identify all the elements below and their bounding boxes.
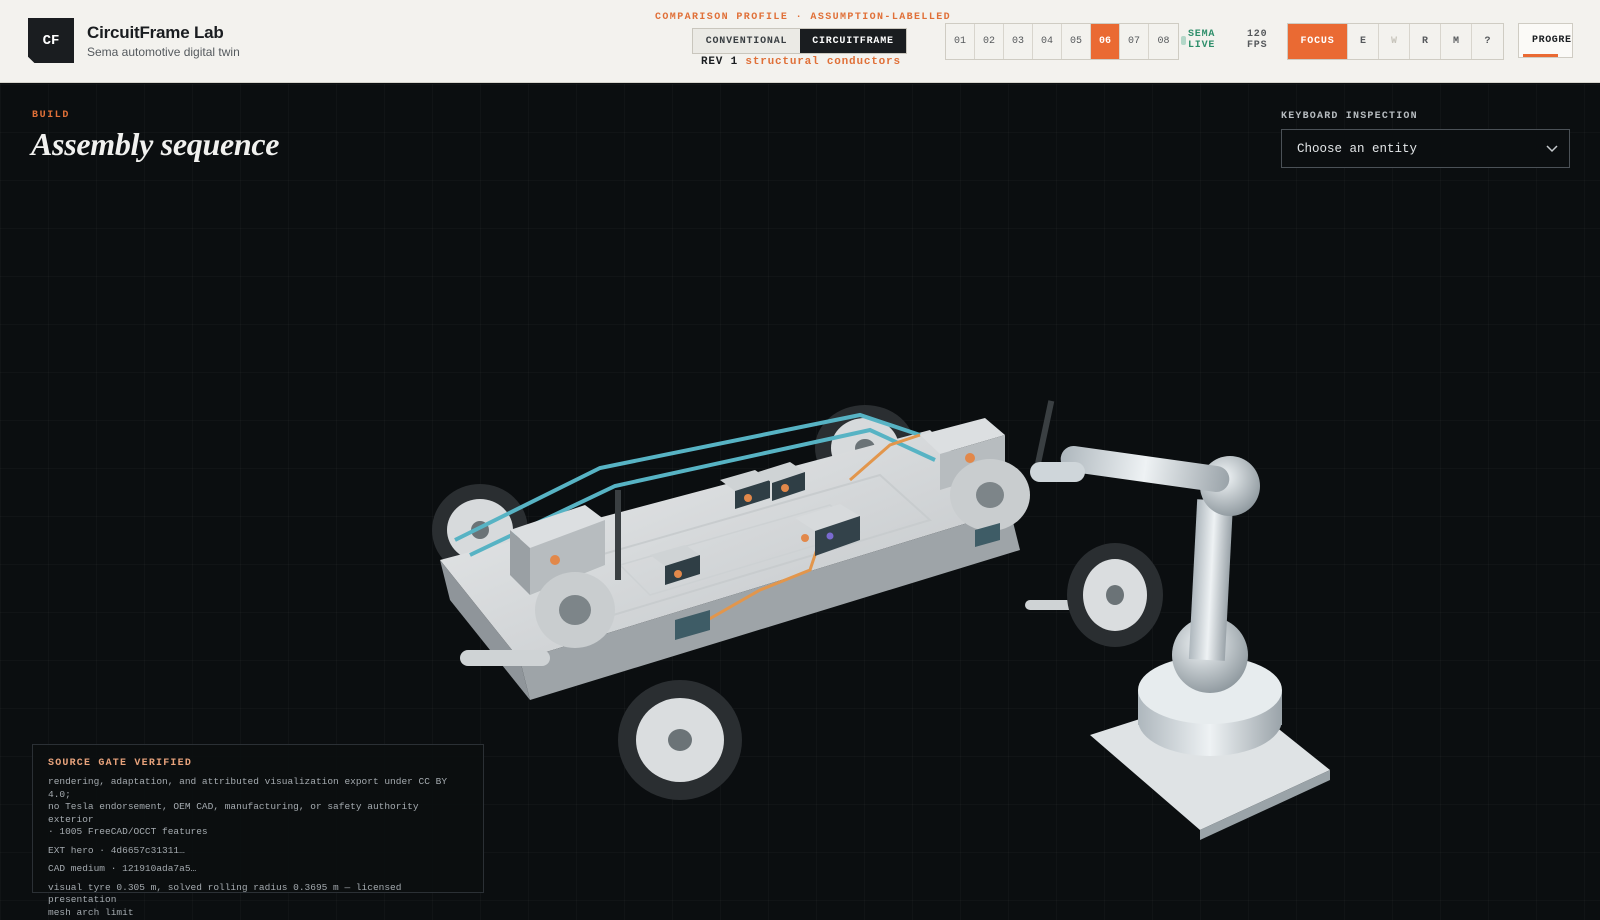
live-status: SEMA LIVE <box>1188 29 1215 51</box>
top-bar: CF CircuitFrame Lab Sema automotive digi… <box>0 0 1600 83</box>
brand-title: CircuitFrame Lab <box>87 23 224 42</box>
page-title: Assembly sequence <box>31 126 280 162</box>
step-button-03[interactable]: 03 <box>1004 24 1033 59</box>
tool-e-button[interactable]: E <box>1348 24 1379 59</box>
profile-toggle: CONVENTIONAL CIRCUITFRAME <box>692 28 907 54</box>
ext-hash: EXT hero · 4d6657c31311… <box>48 844 185 856</box>
brand-subtitle: Sema automotive digital twin <box>87 45 240 59</box>
keyboard-inspection-label: KEYBOARD INSPECTION <box>1281 111 1418 122</box>
license-line-1: rendering, adaptation, and attributed vi… <box>48 776 448 800</box>
step-button-08[interactable]: 08 <box>1149 24 1178 59</box>
tyre-note-2: mesh arch limit <box>48 906 134 918</box>
revision-value: structural conductors <box>745 56 901 68</box>
chassis-3d-model[interactable] <box>410 390 1350 870</box>
revision-key: REV 1 <box>701 56 739 68</box>
step-button-06[interactable]: 06 <box>1091 24 1120 59</box>
section-eyebrow: BUILD <box>32 110 71 121</box>
live-status-line1: SEMA <box>1188 29 1216 40</box>
live-status-line2: LIVE <box>1188 40 1216 51</box>
brand-logo[interactable]: CF <box>28 18 74 63</box>
step-button-05[interactable]: 05 <box>1062 24 1091 59</box>
live-indicator-icon <box>1181 36 1186 45</box>
tool-m-button[interactable]: M <box>1441 24 1472 59</box>
progress-label: PROGRESS <box>1532 35 1572 46</box>
tyre-note-1: visual tyre 0.305 m, solved rolling radi… <box>48 881 402 906</box>
entity-select-value: Choose an entity <box>1297 141 1418 156</box>
focus-button[interactable]: FOCUS <box>1288 24 1348 59</box>
comparison-profile-label: COMPARISON PROFILE · ASSUMPTION-LABELLED <box>655 12 952 23</box>
entity-select[interactable]: Choose an entity <box>1281 129 1570 168</box>
tool-bar: FOCUS E W R M ? <box>1287 23 1504 60</box>
front-post <box>615 490 621 580</box>
chevron-down-icon <box>1546 145 1558 153</box>
tool-r-button[interactable]: R <box>1410 24 1441 59</box>
fps-readout: 120 FPS <box>1247 29 1267 51</box>
cad-hash: CAD medium · 121910ada7a5… <box>48 863 197 874</box>
step-button-01[interactable]: 01 <box>946 24 975 59</box>
step-selector: 01 02 03 04 05 06 07 08 <box>945 23 1179 60</box>
source-gate-panel: SOURCE GATE VERIFIED rendering, adaptati… <box>32 744 484 918</box>
circuitframe-toggle-button[interactable]: CIRCUITFRAME <box>800 29 906 53</box>
license-line-3: · 1005 FreeCAD/OCCT features <box>48 826 208 837</box>
wheel-rear-right <box>1025 543 1163 647</box>
progress-button[interactable]: PROGRESS <box>1518 23 1573 58</box>
step-button-02[interactable]: 02 <box>975 24 1004 59</box>
progress-bar <box>1523 54 1559 57</box>
revision-label: REV 1 structural conductors <box>701 56 901 68</box>
robot-arm <box>1030 445 1330 840</box>
source-gate-title: SOURCE GATE VERIFIED <box>48 758 193 769</box>
fps-unit: FPS <box>1247 40 1268 51</box>
conventional-toggle-button[interactable]: CONVENTIONAL <box>693 29 800 53</box>
license-line-2: no Tesla endorsement, OEM CAD, manufactu… <box>48 801 419 825</box>
help-button[interactable]: ? <box>1472 24 1503 59</box>
fps-value: 120 <box>1247 29 1268 40</box>
step-button-04[interactable]: 04 <box>1033 24 1062 59</box>
tool-w-button[interactable]: W <box>1379 24 1410 59</box>
step-button-07[interactable]: 07 <box>1120 24 1149 59</box>
